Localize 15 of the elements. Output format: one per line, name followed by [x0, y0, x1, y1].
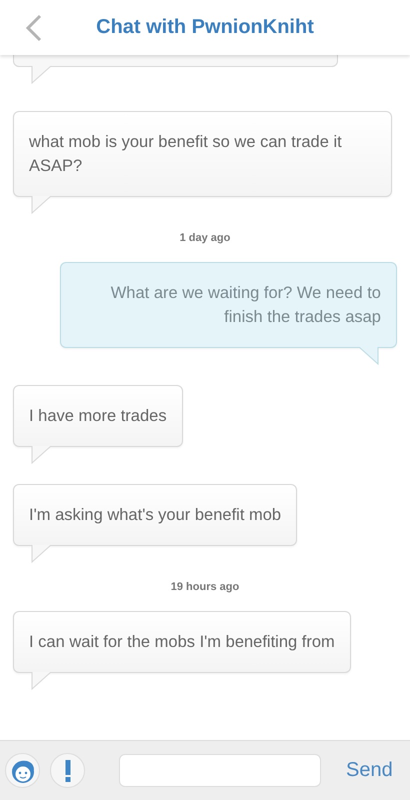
timestamp: 1 day ago: [178, 232, 232, 244]
face-icon: [10, 758, 36, 784]
message-input[interactable]: [119, 754, 321, 787]
message-bubble: I can wait for the mobs I'm benefiting from: [13, 611, 351, 673]
alert-button[interactable]: [50, 753, 85, 788]
chat-title: Chat with PwnionKniht: [96, 16, 314, 39]
timestamp: 19 hours ago: [170, 581, 240, 593]
message-bubble: I have more trades: [13, 385, 183, 447]
message-bubble: What are we waiting for? We need to finish the trades asap: [60, 262, 397, 348]
exclamation-icon: [62, 758, 72, 782]
avatar-button[interactable]: [5, 753, 40, 788]
send-button[interactable]: Send: [346, 759, 393, 782]
message-bubble: what mob is your benefit so we can trade it ASAP?: [13, 111, 392, 197]
back-icon[interactable]: [25, 14, 43, 42]
message-bubble: I'm asking what's your benefit mob: [13, 484, 298, 546]
